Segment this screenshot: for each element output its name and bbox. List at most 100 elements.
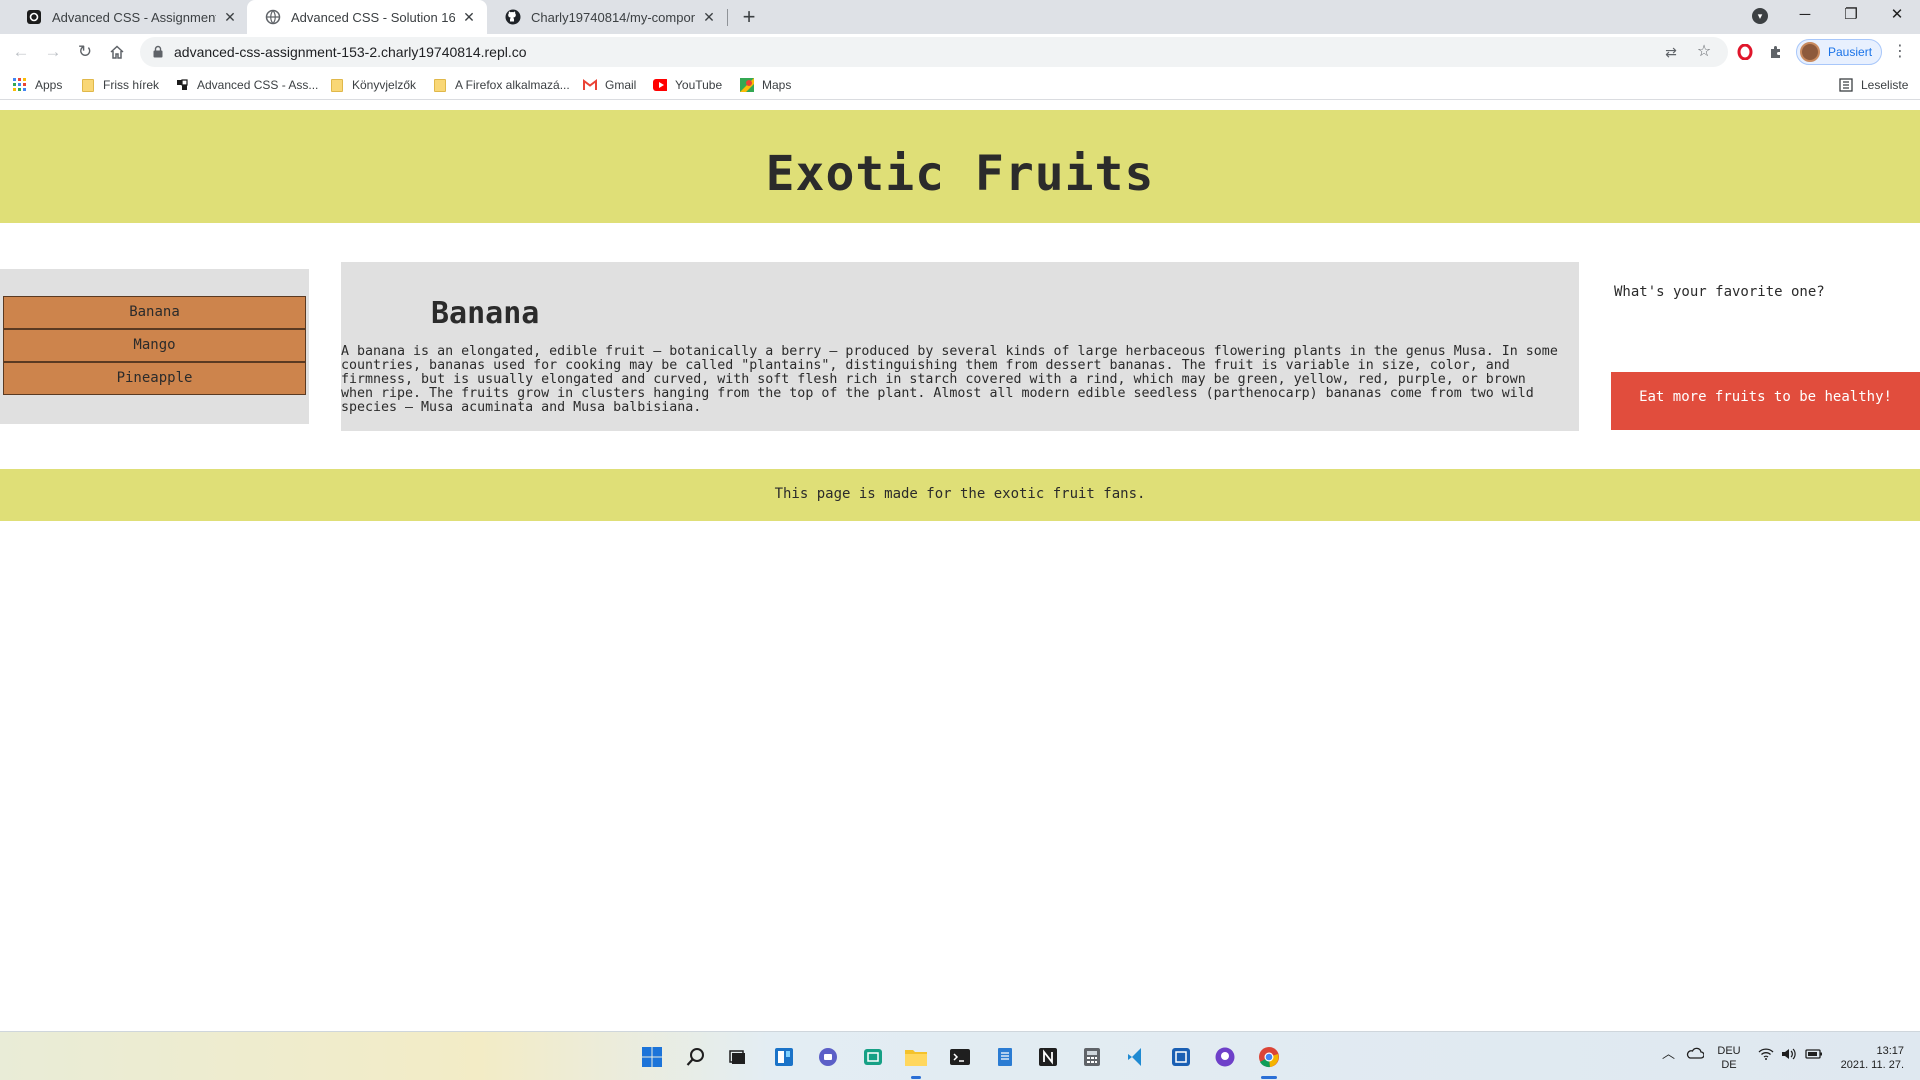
bookmarks-bar: Apps Friss hírek Advanced CSS - Ass... K… [0, 70, 1920, 100]
github-desktop-icon[interactable] [1212, 1044, 1238, 1070]
youtube-icon [653, 78, 667, 92]
back-icon[interactable]: ← [9, 40, 33, 64]
opera-extension-icon[interactable] [1735, 42, 1755, 62]
bookmark-apps[interactable]: Apps [13, 76, 62, 94]
reading-list[interactable]: Leseliste [1839, 76, 1908, 94]
close-tab-icon[interactable]: ✕ [222, 9, 238, 25]
folder-icon [330, 78, 344, 92]
chrome-icon[interactable] [1256, 1044, 1282, 1070]
notepad-icon[interactable] [992, 1044, 1018, 1070]
bookmark-star-icon[interactable]: ☆ [1695, 43, 1713, 61]
page-title: Exotic Fruits [765, 146, 1155, 202]
clock[interactable]: 13:17 2021. 11. 27. [1832, 1044, 1904, 1072]
restore-button[interactable]: ❐ [1828, 0, 1874, 30]
url-text[interactable]: advanced-css-assignment-153-2.charly1974… [174, 44, 527, 60]
profile-button[interactable]: Pausiert [1796, 39, 1882, 65]
bookmark-label: Advanced CSS - Ass... [197, 78, 319, 92]
teams-chat-icon[interactable] [815, 1044, 841, 1070]
page-viewport: Exotic Fruits Banana Mango Pineapple Ban… [0, 101, 1920, 1031]
terminal-icon[interactable] [947, 1044, 973, 1070]
replit-icon [26, 9, 42, 25]
site-header: Exotic Fruits [0, 110, 1920, 223]
volume-icon[interactable] [1781, 1048, 1797, 1064]
reading-list-label: Leseliste [1861, 78, 1909, 92]
file-explorer-icon[interactable] [903, 1044, 929, 1070]
maps-icon [740, 78, 754, 92]
tab-solution[interactable]: Advanced CSS - Solution 16.10. ✕ [247, 0, 487, 34]
keyboard-layout: DE [1721, 1059, 1737, 1071]
store-icon[interactable] [860, 1044, 886, 1070]
browser-toolbar: ← → ↻ advanced-css-assignment-153-2.char… [0, 34, 1920, 70]
extensions-puzzle-icon[interactable] [1766, 42, 1786, 62]
tab-github[interactable]: Charly19740814/my-components ✕ [487, 0, 727, 34]
bookmark-label: Maps [762, 78, 792, 92]
nav-item-mango[interactable]: Mango [3, 329, 306, 362]
task-view-icon[interactable] [725, 1044, 751, 1070]
browser-window: Advanced CSS - Assignment 15.3 ✕ Advance… [0, 0, 1920, 1080]
article-title: Banana [431, 296, 540, 331]
nav-item-pineapple[interactable]: Pineapple [3, 362, 306, 395]
article-text: A banana is an elongated, edible fruit –… [341, 344, 1558, 415]
bookmark-konyvjelzok[interactable]: Könyvjelzők [330, 76, 416, 94]
bookmark-label: A Firefox alkalmazá... [455, 78, 570, 92]
close-window-button[interactable]: ✕ [1874, 0, 1920, 30]
clock-date: 2021. 11. 27. [1840, 1059, 1904, 1071]
battery-icon[interactable] [1805, 1048, 1823, 1064]
tab-assignment[interactable]: Advanced CSS - Assignment 15.3 ✕ [8, 0, 248, 34]
active-app-indicator [1261, 1076, 1277, 1079]
start-icon[interactable] [639, 1044, 665, 1070]
snipping-tool-icon[interactable] [1168, 1044, 1194, 1070]
replit-icon [175, 78, 189, 92]
reading-list-icon [1839, 78, 1853, 92]
folder-icon [433, 78, 447, 92]
nav-item-banana[interactable]: Banana [3, 296, 306, 329]
wifi-icon[interactable] [1758, 1048, 1774, 1064]
search-icon[interactable] [683, 1044, 709, 1070]
github-icon [505, 9, 521, 25]
apps-grid-icon [13, 78, 27, 92]
profile-status: Pausiert [1828, 45, 1873, 59]
widgets-icon[interactable] [771, 1044, 797, 1070]
bookmark-advanced-css[interactable]: Advanced CSS - Ass... [175, 76, 318, 94]
tab-title: Advanced CSS - Assignment 15.3 [52, 9, 216, 25]
bookmark-label: Apps [35, 78, 63, 92]
home-icon[interactable] [105, 40, 129, 64]
globe-icon [265, 9, 281, 25]
aside-question: What's your favorite one? [1614, 284, 1825, 300]
keyboard-language[interactable]: DEU DE [1717, 1044, 1741, 1072]
avatar [1800, 42, 1820, 62]
address-bar[interactable]: advanced-css-assignment-153-2.charly1974… [140, 37, 1728, 67]
gmail-icon [583, 78, 597, 92]
onedrive-icon[interactable] [1686, 1047, 1705, 1063]
active-app-indicator [911, 1076, 921, 1079]
forward-icon[interactable]: → [41, 40, 65, 64]
clock-time: 13:17 [1876, 1045, 1904, 1057]
article: Banana A banana is an elongated, edible … [341, 262, 1579, 431]
bookmark-label: Könyvjelzők [352, 78, 417, 92]
bookmark-youtube[interactable]: YouTube [653, 76, 722, 94]
browser-menu-icon[interactable]: ⋮ [1890, 42, 1910, 62]
reload-icon[interactable]: ↻ [73, 40, 97, 64]
lock-icon[interactable] [153, 45, 163, 58]
tab-strip: Advanced CSS - Assignment 15.3 ✕ Advance… [0, 0, 1920, 34]
bookmark-firefox[interactable]: A Firefox alkalmazá... [433, 76, 570, 94]
minimize-button[interactable]: ─ [1782, 0, 1828, 30]
notion-icon[interactable] [1035, 1044, 1061, 1070]
new-tab-button[interactable]: + [736, 4, 762, 30]
close-tab-icon[interactable]: ✕ [461, 9, 477, 25]
translate-icon[interactable]: ⇄ [1662, 43, 1680, 61]
calculator-icon[interactable] [1079, 1044, 1105, 1070]
show-hidden-icons-icon[interactable]: ︿ [1662, 1047, 1675, 1061]
bookmark-maps[interactable]: Maps [740, 76, 791, 94]
bookmark-gmail[interactable]: Gmail [583, 76, 636, 94]
bookmark-friss-hirek[interactable]: Friss hírek [81, 76, 159, 94]
bookmark-label: YouTube [675, 78, 723, 92]
tab-search-icon[interactable]: ▾ [1752, 8, 1768, 24]
healthy-tip-banner: Eat more fruits to be healthy! [1611, 372, 1920, 430]
tab-title: Charly19740814/my-components [531, 9, 695, 25]
vscode-icon[interactable] [1123, 1044, 1149, 1070]
site-footer: This page is made for the exotic fruit f… [0, 469, 1920, 521]
folder-icon [81, 78, 95, 92]
close-tab-icon[interactable]: ✕ [701, 9, 717, 25]
tab-title: Advanced CSS - Solution 16.10. [291, 9, 455, 25]
